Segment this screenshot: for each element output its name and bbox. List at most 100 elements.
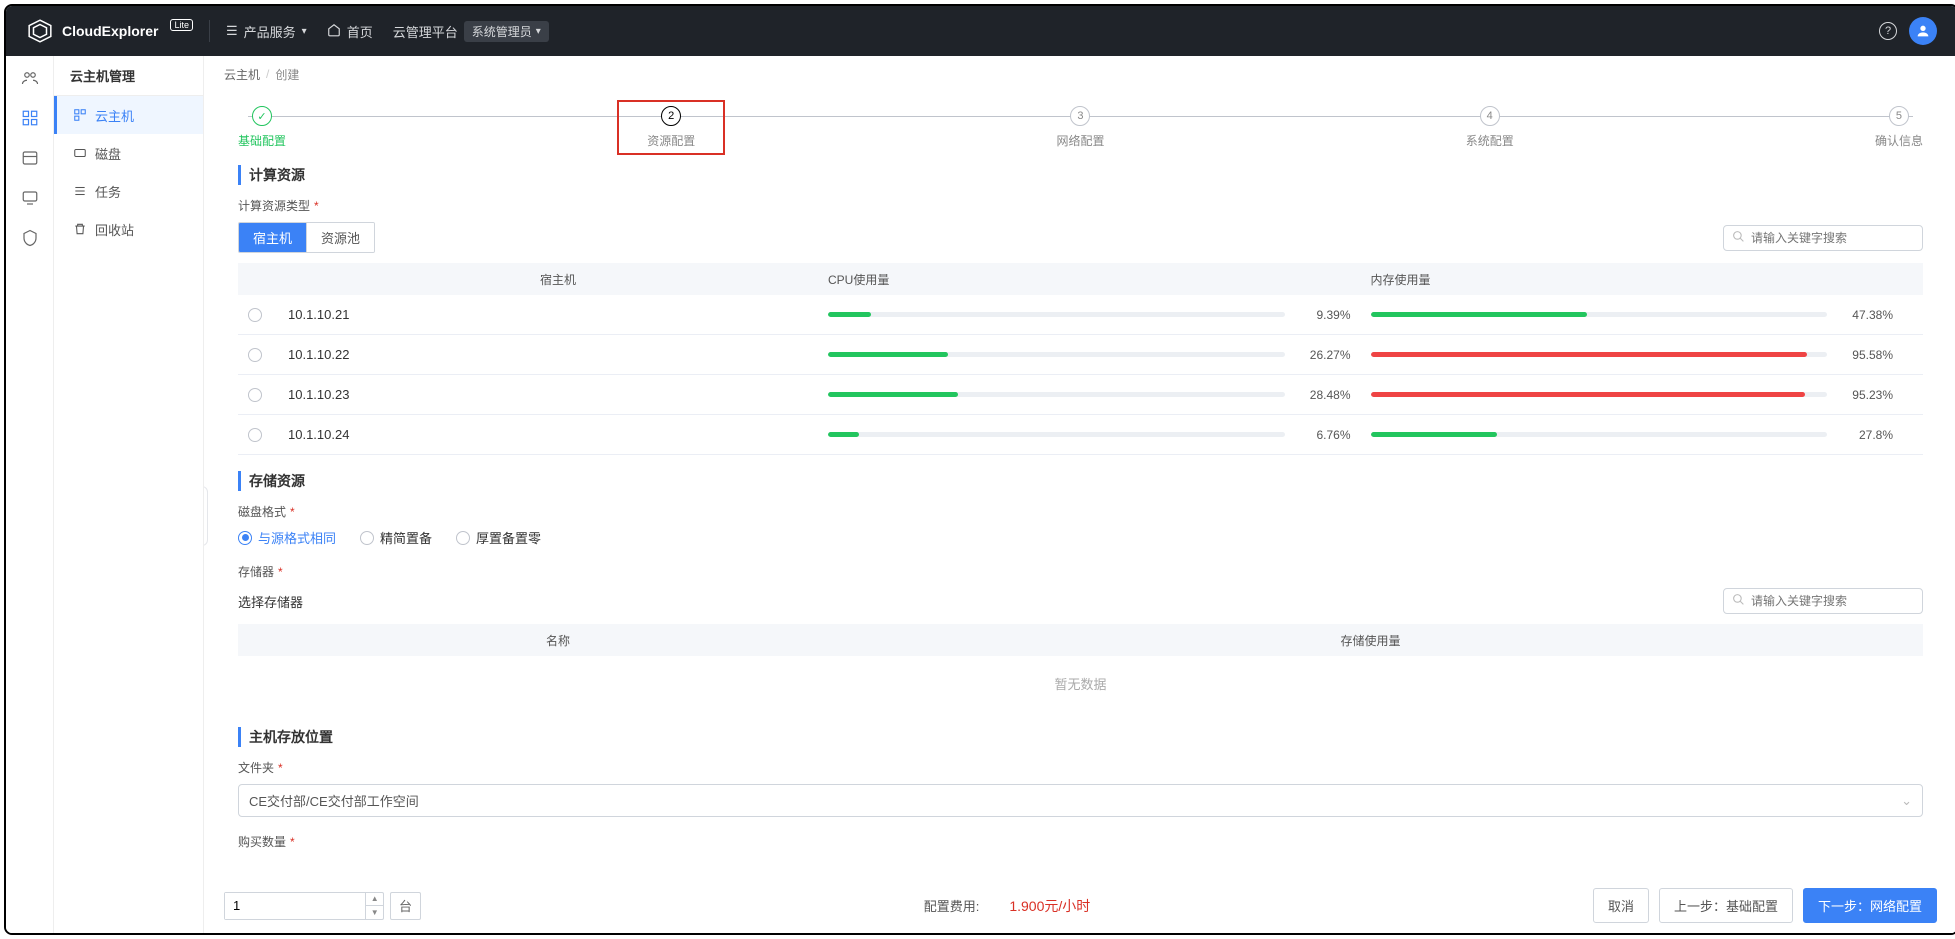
main-content: ‹ 云主机 / 创建 ✓ 基础配置 2 资源配置	[204, 56, 1955, 933]
sidebar-item-task[interactable]: 任务	[54, 172, 203, 210]
row-radio[interactable]	[248, 308, 262, 322]
rail-monitor-icon[interactable]	[20, 188, 40, 208]
nav-products[interactable]: ☰ 产品服务 ▾	[226, 22, 307, 41]
rail-shield-icon[interactable]	[20, 228, 40, 248]
table-row[interactable]: 10.1.10.2328.48%95.23%	[238, 375, 1923, 415]
nav-rail	[6, 56, 54, 933]
rail-storage-icon[interactable]	[20, 148, 40, 168]
nav-home-label: 首页	[347, 22, 373, 41]
cpu-value: 26.27%	[1295, 348, 1351, 362]
breadcrumb-root[interactable]: 云主机	[224, 66, 260, 83]
search-icon	[1732, 593, 1745, 609]
table-row[interactable]: 10.1.10.24 6.76% 27.8%	[238, 415, 1923, 455]
nav-products-label: 产品服务	[244, 22, 296, 41]
nav-platform[interactable]: 云管理平台 系统管理员 ▾	[393, 21, 549, 42]
avatar[interactable]	[1909, 17, 1937, 45]
divider	[209, 20, 210, 42]
step-2[interactable]: 2 资源配置	[647, 106, 695, 149]
radio-fmt-thin[interactable]: 精简置备	[360, 528, 432, 547]
mem-value: 27.8%	[1837, 428, 1893, 442]
label-qty: 购买数量	[238, 833, 1923, 850]
radio-fmt-thick[interactable]: 厚置备置零	[456, 528, 541, 547]
storage-search-input[interactable]	[1751, 594, 1914, 608]
label-compute-type: 计算资源类型	[238, 197, 1923, 214]
breadcrumb: 云主机 / 创建	[204, 56, 1955, 92]
table-row[interactable]: 10.1.10.2226.27%95.58%	[238, 335, 1923, 375]
folder-value: CE交付部/CE交付部工作空间	[249, 791, 419, 810]
sidebar-title: 云主机管理	[54, 56, 203, 96]
form-panel: ✓ 基础配置 2 资源配置 3 网络配置 4 系统配置	[224, 92, 1937, 933]
search-icon	[1732, 230, 1745, 246]
sidebar-item-vm[interactable]: 云主机	[54, 96, 203, 134]
step-3[interactable]: 3 网络配置	[1056, 106, 1104, 149]
step-4[interactable]: 4 系统配置	[1466, 106, 1514, 149]
logo-icon	[26, 17, 54, 45]
top-header: CloudExplorer Lite ☰ 产品服务 ▾ 首页 云管理平台 系统管…	[6, 6, 1955, 56]
lite-badge: Lite	[170, 19, 193, 31]
topbar-right: ?	[1879, 17, 1937, 45]
host-table: 宿主机 CPU使用量 内存使用量 10.1.10.219.39%47.38%10…	[238, 263, 1923, 455]
nav-platform-label: 云管理平台	[393, 22, 458, 41]
sidebar-item-label: 磁盘	[95, 144, 121, 163]
col-host: 宿主机	[288, 271, 828, 288]
trash-icon	[73, 222, 87, 236]
label-store: 存储器	[238, 563, 1923, 580]
row-radio[interactable]	[248, 428, 262, 442]
seg-host[interactable]: 宿主机	[239, 223, 307, 252]
label-disk-fmt: 磁盘格式	[238, 503, 1923, 520]
home-icon	[327, 23, 341, 40]
qty-down[interactable]: ▼	[366, 906, 383, 919]
radio-fmt-same[interactable]: 与源格式相同	[238, 528, 336, 547]
section-placement: 主机存放位置	[238, 727, 1923, 747]
mem-value: 47.38%	[1837, 308, 1893, 322]
compute-type-tabs: 宿主机 资源池	[238, 222, 375, 253]
breadcrumb-current: 创建	[275, 66, 299, 83]
role-selector[interactable]: 系统管理员 ▾	[464, 21, 549, 42]
rail-users-icon[interactable]	[20, 68, 40, 88]
breadcrumb-sep: /	[266, 67, 269, 81]
qty-input[interactable]	[225, 893, 365, 919]
disk-icon	[73, 146, 87, 160]
rail-cloud-icon[interactable]	[20, 108, 40, 128]
highlight-box	[617, 100, 725, 155]
nav-home[interactable]: 首页	[327, 22, 373, 41]
footer-bar: ▲ ▼ 台 配置费用: 1.900元/小时 取消 上一步：基础配置 下一步：网络…	[204, 878, 1955, 933]
row-radio[interactable]	[248, 348, 262, 362]
seg-pool[interactable]: 资源池	[307, 223, 374, 252]
chevron-down-icon: ▾	[536, 26, 541, 37]
section-compute: 计算资源	[238, 165, 1923, 185]
storage-search[interactable]	[1723, 588, 1923, 614]
step-5[interactable]: 5 确认信息	[1875, 106, 1923, 149]
host-ip: 10.1.10.23	[288, 387, 828, 402]
row-radio[interactable]	[248, 388, 262, 402]
storage-empty: 暂无数据	[238, 656, 1923, 711]
host-ip: 10.1.10.22	[288, 347, 828, 362]
sidebar-item-disk[interactable]: 磁盘	[54, 134, 203, 172]
list-icon: ☰	[226, 23, 238, 39]
sidebar-item-trash[interactable]: 回收站	[54, 210, 203, 248]
sidebar: 云主机管理 云主机 磁盘 任务 回收站	[54, 56, 204, 933]
brand-logo[interactable]: CloudExplorer Lite	[26, 17, 193, 45]
chevron-down-icon: ▾	[302, 26, 307, 37]
prev-button[interactable]: 上一步：基础配置	[1659, 888, 1793, 923]
qty-unit: 台	[390, 892, 421, 920]
folder-select[interactable]: CE交付部/CE交付部工作空间 ⌄	[238, 784, 1923, 817]
next-button[interactable]: 下一步：网络配置	[1803, 888, 1937, 923]
cpu-value: 6.76%	[1295, 428, 1351, 442]
step-1[interactable]: ✓ 基础配置	[238, 106, 286, 149]
cost-value: 1.900元/小时	[1009, 896, 1090, 916]
host-ip: 10.1.10.24	[288, 427, 828, 442]
cancel-button[interactable]: 取消	[1593, 888, 1649, 923]
help-icon[interactable]: ?	[1879, 22, 1897, 40]
host-search[interactable]	[1723, 225, 1923, 251]
qty-up[interactable]: ▲	[366, 893, 383, 907]
role-label: 系统管理员	[472, 23, 532, 40]
section-storage: 存储资源	[238, 471, 1923, 491]
table-row[interactable]: 10.1.10.219.39%47.38%	[238, 295, 1923, 335]
host-search-input[interactable]	[1751, 231, 1914, 245]
cpu-value: 9.39%	[1295, 308, 1351, 322]
col-cpu: CPU使用量	[828, 271, 1371, 288]
disk-fmt-group: 与源格式相同 精简置备 厚置备置零	[238, 528, 1923, 547]
sidebar-collapse-handle[interactable]: ‹	[204, 486, 208, 546]
stepper: ✓ 基础配置 2 资源配置 3 网络配置 4 系统配置	[238, 106, 1923, 149]
